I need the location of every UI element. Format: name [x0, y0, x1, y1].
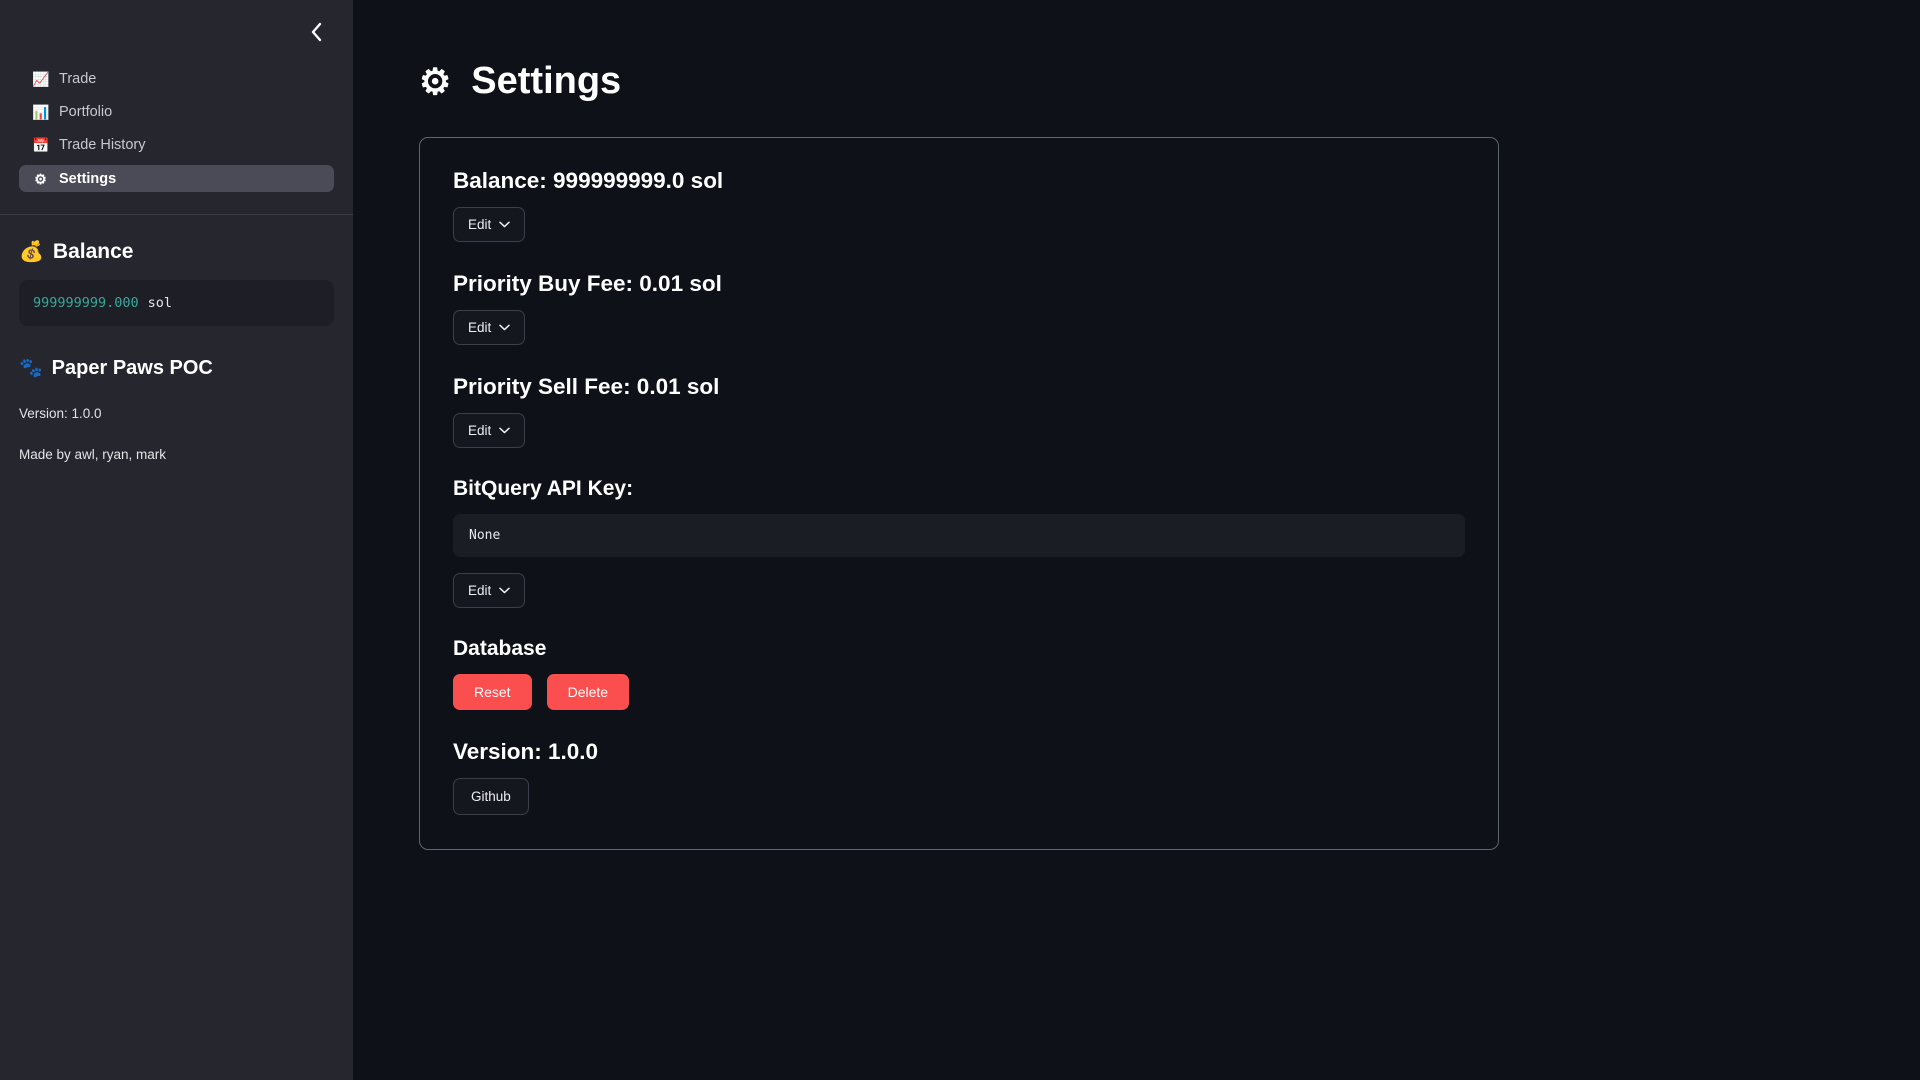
sidebar-item-label: Portfolio — [59, 104, 113, 120]
setting-priority-sell-fee-title: Priority Sell Fee: 0.01 sol — [453, 374, 720, 399]
edit-priority-sell-fee-button[interactable]: Edit — [453, 413, 526, 448]
edit-balance-button[interactable]: Edit — [453, 207, 526, 242]
gear-icon: ⚙ — [419, 60, 452, 102]
app-brand-label: Paper Paws POC — [51, 356, 213, 379]
sidebar-balance-amount: 999999999.000 — [33, 295, 139, 311]
database-actions: Reset Delete — [453, 674, 1465, 710]
edit-priority-sell-fee-label: Edit — [468, 423, 492, 438]
bar-chart-icon: 📊 — [32, 104, 50, 120]
edit-priority-buy-fee-label: Edit — [468, 320, 492, 335]
sidebar-brand-section: 🐾 Paper Paws POC Version: 1.0.0 Made by … — [0, 326, 353, 463]
main-content: ⚙ Settings Balance: 999999999.0 sol Edit… — [353, 0, 1920, 1080]
sidebar-balance-heading: 💰 Balance — [19, 239, 334, 264]
github-button[interactable]: Github — [453, 778, 529, 815]
chevron-down-icon — [499, 427, 511, 434]
chevron-down-icon — [499, 221, 511, 228]
delete-database-button[interactable]: Delete — [546, 674, 630, 710]
sidebar-balance-value-box: 999999999.000 sol — [19, 280, 334, 326]
sidebar-item-portfolio[interactable]: 📊 Portfolio — [19, 99, 334, 125]
sidebar-item-settings[interactable]: ⚙ Settings — [19, 165, 334, 192]
sidebar-item-trade[interactable]: 📈 Trade — [19, 66, 334, 92]
page-title-label: Settings — [471, 60, 622, 102]
bitquery-api-key-field[interactable]: None — [453, 514, 1465, 557]
sidebar-item-trade-history[interactable]: 📅 Trade History — [19, 132, 334, 158]
chevron-down-icon — [499, 587, 511, 594]
calendar-icon: 📅 — [32, 137, 50, 153]
edit-bitquery-api-key-button[interactable]: Edit — [453, 573, 526, 608]
setting-database: Database Reset Delete — [453, 637, 1465, 710]
chart-increasing-icon: 📈 — [32, 71, 50, 87]
setting-balance: Balance: 999999999.0 sol Edit — [453, 168, 1465, 242]
chevron-down-icon — [499, 324, 511, 331]
sidebar-item-label: Trade History — [59, 137, 146, 153]
setting-version: Version: 1.0.0 Github — [453, 739, 1465, 815]
sidebar-balance-section: 💰 Balance 999999999.000 sol — [0, 215, 353, 326]
sidebar-collapse-button[interactable] — [301, 17, 331, 47]
setting-version-title: Version: 1.0.0 — [453, 739, 599, 764]
edit-priority-buy-fee-button[interactable]: Edit — [453, 310, 526, 345]
sidebar-item-label: Settings — [59, 170, 117, 187]
sidebar-nav: 📈 Trade 📊 Portfolio 📅 Trade History ⚙ Se… — [0, 66, 353, 192]
sidebar-header — [0, 0, 353, 66]
app-root: 📈 Trade 📊 Portfolio 📅 Trade History ⚙ Se… — [0, 0, 1920, 1080]
setting-priority-buy-fee-title: Priority Buy Fee: 0.01 sol — [453, 271, 722, 296]
setting-priority-sell-fee: Priority Sell Fee: 0.01 sol Edit — [453, 374, 1465, 448]
app-credits-text: Made by awl, ryan, mark — [19, 447, 167, 462]
settings-card: Balance: 999999999.0 sol Edit Priority B… — [419, 137, 1499, 850]
money-bag-icon: 💰 — [19, 241, 44, 263]
paw-prints-icon: 🐾 — [19, 358, 43, 379]
reset-database-button[interactable]: Reset — [453, 674, 532, 710]
setting-balance-title: Balance: 999999999.0 sol — [453, 168, 724, 193]
setting-bitquery-api-key: BitQuery API Key: None Edit — [453, 477, 1465, 608]
sidebar: 📈 Trade 📊 Portfolio 📅 Trade History ⚙ Se… — [0, 0, 353, 1080]
setting-bitquery-api-key-title: BitQuery API Key: — [453, 477, 634, 500]
page-title: ⚙ Settings — [419, 60, 1860, 103]
app-version-text: Version: 1.0.0 — [19, 406, 102, 421]
edit-balance-label: Edit — [468, 217, 492, 232]
bitquery-api-key-value: None — [469, 528, 501, 543]
sidebar-balance-unit: sol — [147, 295, 173, 311]
setting-database-title: Database — [453, 637, 547, 660]
edit-bitquery-api-key-label: Edit — [468, 583, 492, 598]
app-brand: 🐾 Paper Paws POC — [19, 356, 334, 380]
sidebar-item-label: Trade — [59, 71, 97, 87]
gear-icon: ⚙ — [34, 170, 47, 187]
setting-priority-buy-fee: Priority Buy Fee: 0.01 sol Edit — [453, 271, 1465, 345]
sidebar-balance-heading-label: Balance — [52, 239, 134, 263]
chevron-left-icon — [311, 22, 321, 42]
